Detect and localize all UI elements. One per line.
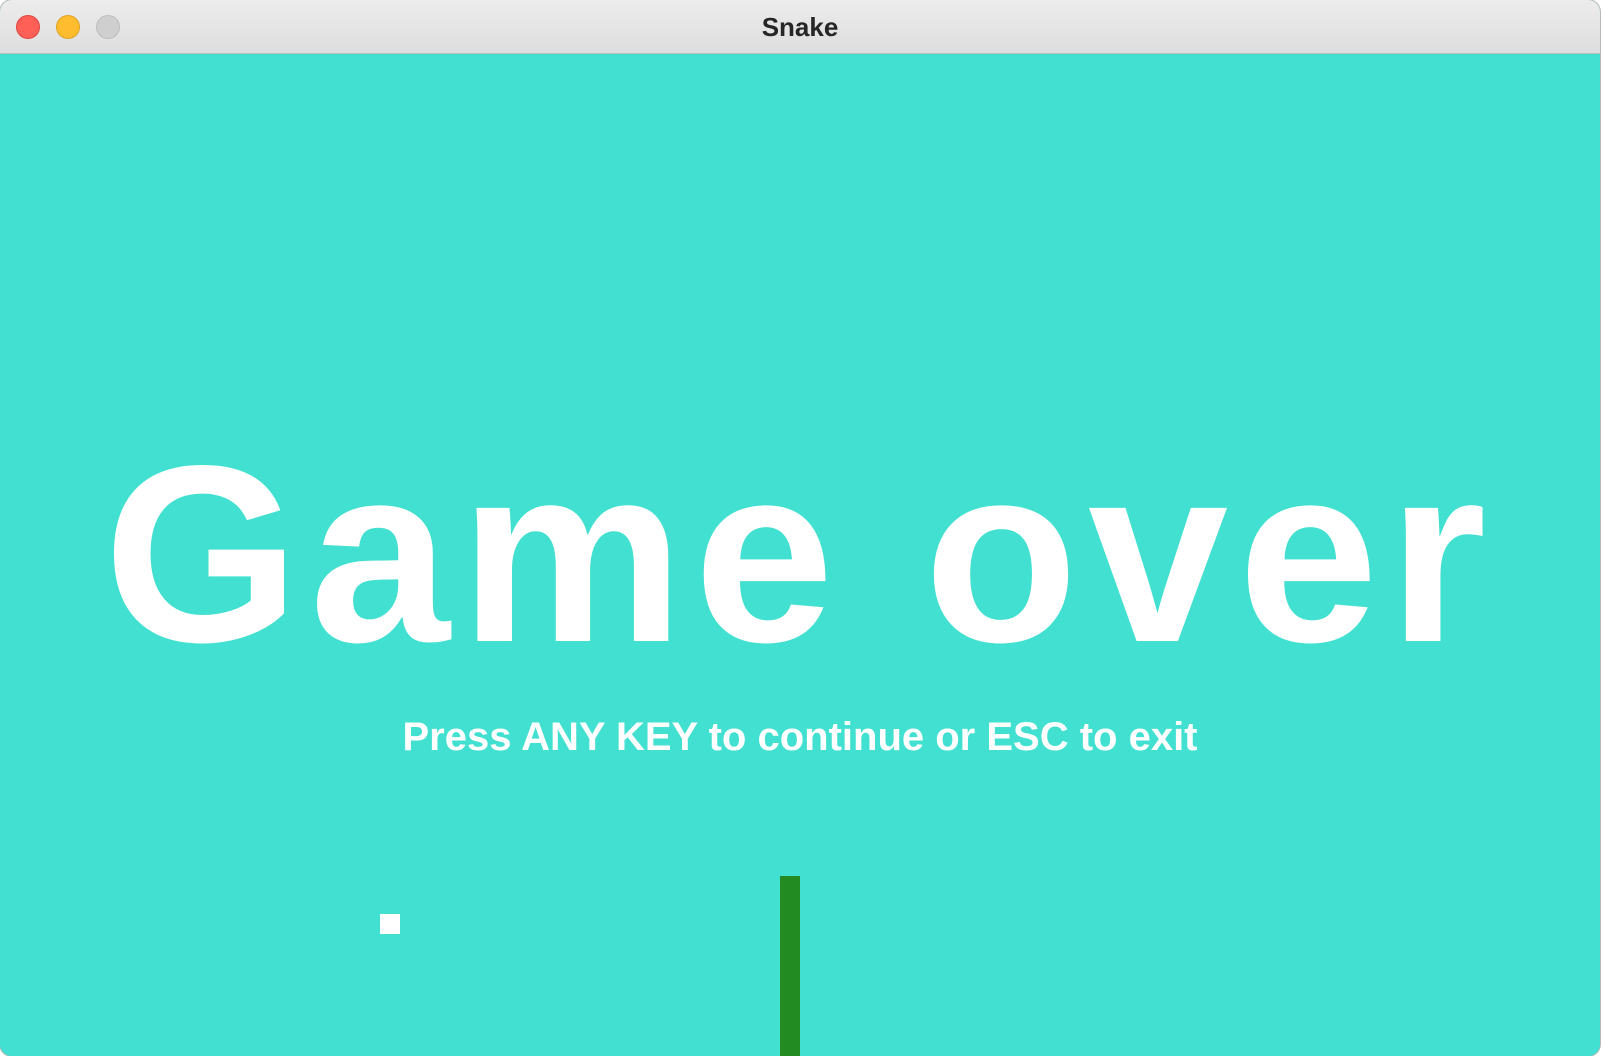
game-canvas[interactable]: Game over Press ANY KEY to continue or E… [0, 54, 1600, 1056]
food-pellet [380, 914, 400, 934]
app-window: Snake Game over Press ANY KEY to continu… [0, 0, 1600, 1056]
snake-body [780, 876, 800, 1056]
title-bar[interactable]: Snake [0, 0, 1600, 54]
window-title: Snake [761, 12, 839, 42]
game-over-heading: Game over [103, 414, 1497, 695]
continue-prompt: Press ANY KEY to continue or ESC to exit [402, 715, 1198, 759]
